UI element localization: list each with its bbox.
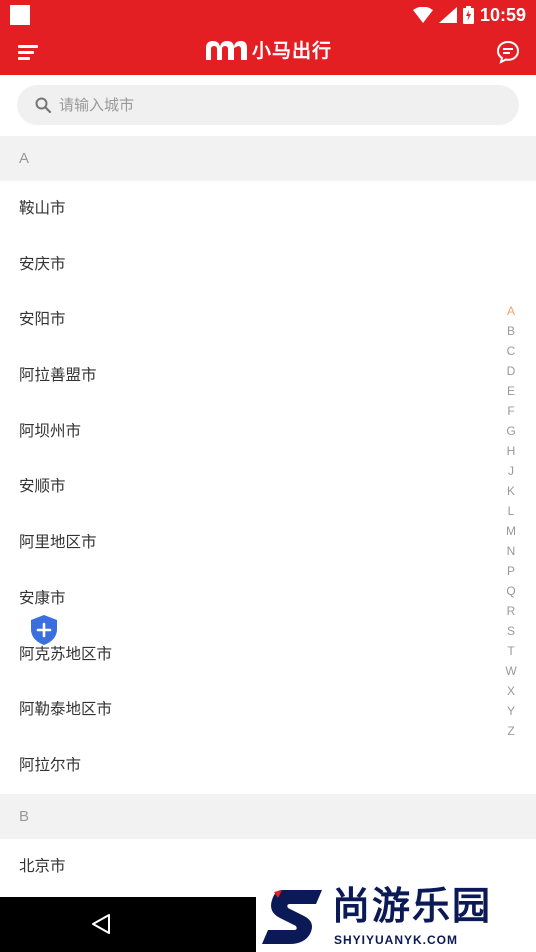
- index-letter[interactable]: B: [504, 321, 518, 341]
- city-item[interactable]: 安阳市: [0, 292, 536, 349]
- city-item[interactable]: 阿克苏地区市: [0, 626, 536, 683]
- index-letter[interactable]: J: [504, 461, 518, 481]
- app-bar: 小马出行: [0, 30, 536, 75]
- alphabet-index[interactable]: A B C D E F G H J K L M N P Q R S T W X …: [504, 301, 518, 741]
- search-bar[interactable]: [17, 85, 519, 125]
- index-letter[interactable]: M: [504, 521, 518, 541]
- index-letter[interactable]: E: [504, 381, 518, 401]
- brand-logo: 小马出行: [0, 36, 536, 63]
- city-item[interactable]: 安庆市: [0, 236, 536, 293]
- index-letter[interactable]: A: [504, 301, 518, 321]
- index-letter[interactable]: N: [504, 541, 518, 561]
- status-icons: 10:59: [412, 2, 526, 28]
- city-item[interactable]: 阿里地区市: [0, 515, 536, 571]
- index-letter[interactable]: F: [504, 401, 518, 421]
- index-letter[interactable]: S: [504, 621, 518, 641]
- section-header-a: A: [0, 136, 536, 181]
- search-area: [0, 75, 536, 135]
- index-letter[interactable]: Y: [504, 701, 518, 721]
- index-letter[interactable]: D: [504, 361, 518, 381]
- message-icon[interactable]: [496, 40, 520, 64]
- city-item[interactable]: 鞍山市: [0, 181, 536, 237]
- index-letter[interactable]: H: [504, 441, 518, 461]
- back-icon[interactable]: [90, 913, 112, 935]
- index-letter[interactable]: C: [504, 341, 518, 361]
- watermark-title: 尚游乐园: [332, 884, 493, 928]
- section-header-b: B: [0, 793, 536, 839]
- notification-icon: [10, 5, 30, 25]
- status-time: 10:59: [479, 4, 526, 25]
- watermark-subtitle: SHYIYUANYK.COM: [334, 933, 459, 947]
- city-item[interactable]: 阿勒泰地区市: [0, 682, 536, 738]
- index-letter[interactable]: G: [504, 421, 518, 441]
- brand-name: 小马出行: [251, 40, 332, 62]
- watermark-logo-icon: [262, 890, 322, 944]
- city-item[interactable]: 安顺市: [0, 459, 536, 516]
- horse-logo-icon: [205, 40, 247, 60]
- index-letter[interactable]: W: [504, 661, 518, 681]
- index-letter[interactable]: X: [504, 681, 518, 701]
- index-letter[interactable]: Q: [504, 581, 518, 601]
- city-item[interactable]: 阿拉善盟市: [0, 348, 536, 404]
- shield-plus-icon[interactable]: [29, 614, 59, 646]
- battery-icon: [462, 6, 474, 24]
- index-letter[interactable]: P: [504, 561, 518, 581]
- city-list: A 鞍山市 安庆市 安阳市 阿拉善盟市 阿坝州市 安顺市 阿里地区市 安康市 阿…: [0, 136, 536, 895]
- index-letter[interactable]: K: [504, 481, 518, 501]
- index-letter[interactable]: L: [504, 501, 518, 521]
- index-letter[interactable]: T: [504, 641, 518, 661]
- index-letter[interactable]: R: [504, 601, 518, 621]
- city-search-input[interactable]: [59, 96, 479, 114]
- city-item[interactable]: 阿坝州市: [0, 403, 536, 460]
- search-icon: [35, 97, 51, 113]
- wifi-icon: [412, 7, 433, 23]
- city-item[interactable]: 安康市: [0, 570, 536, 627]
- signal-icon: [438, 7, 457, 23]
- city-item[interactable]: 阿拉尔市: [0, 737, 536, 794]
- watermark: 尚游乐园 SHYIYUANYK.COM: [256, 880, 536, 952]
- index-letter[interactable]: Z: [504, 721, 518, 741]
- status-bar: 10:59: [0, 0, 536, 30]
